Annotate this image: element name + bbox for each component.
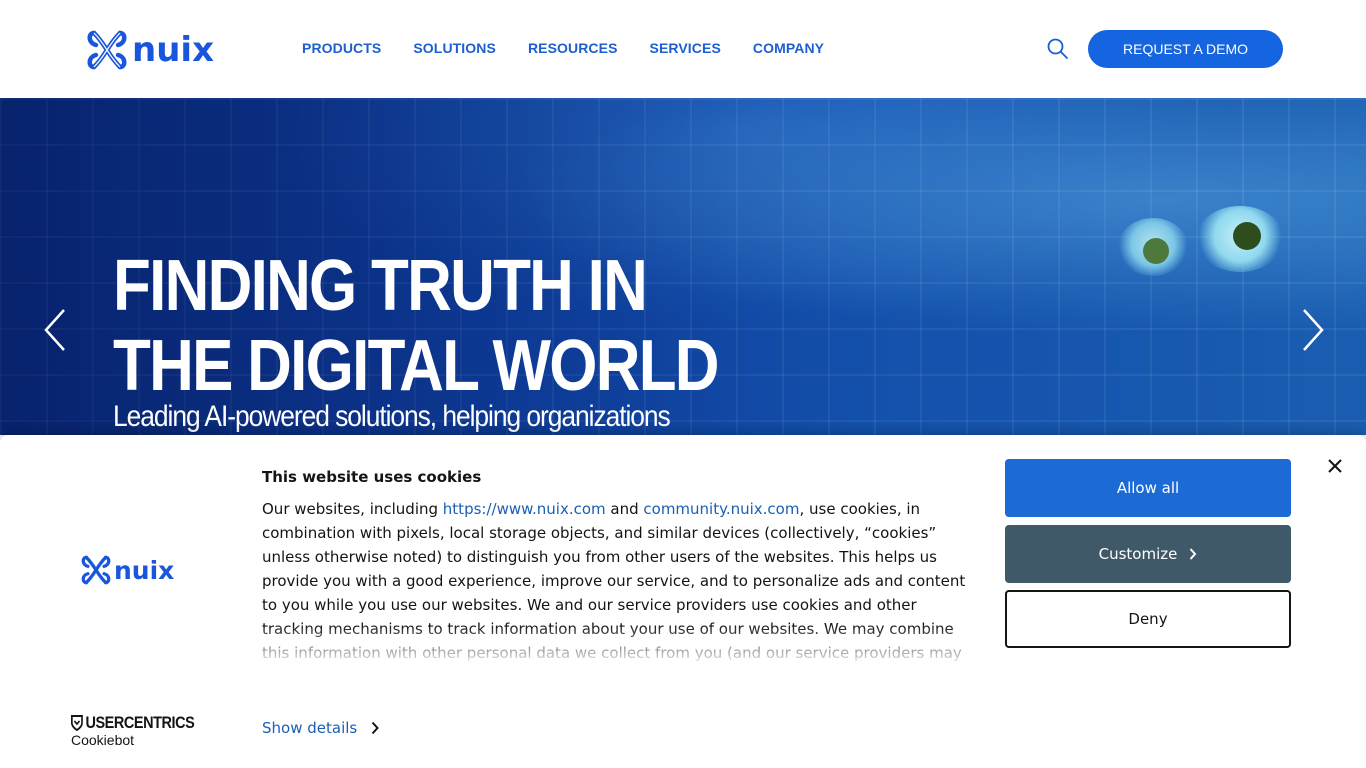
hero-title: FINDING TRUTH IN THE DIGITAL WORLD [113,246,720,406]
customize-button[interactable]: Customize [1005,525,1291,583]
nav-solutions[interactable]: SOLUTIONS [413,40,496,56]
nuix-logo-icon [81,555,111,585]
hero-title-line-2: THE DIGITAL WORLD [113,326,720,406]
show-details-label: Show details [262,719,358,737]
search-icon [1047,38,1068,59]
cookie-body-prefix: Our websites, including [262,500,443,518]
community-link[interactable]: community.nuix.com [643,500,799,518]
customize-label: Customize [1098,545,1178,563]
usercentrics-cookiebot-logo: USERCENTRICS Cookiebot [71,713,216,748]
usercentrics-label: USERCENTRICS [85,713,195,732]
hero-carousel: FINDING TRUTH IN THE DIGITAL WORLD Leadi… [0,98,1366,435]
logo-wordmark: nuix [132,30,214,70]
chevron-right-icon [1190,548,1197,560]
deny-button[interactable]: Deny [1005,590,1291,648]
close-icon [1328,459,1342,473]
hero-subtitle: Leading AI-powered solutions, helping or… [113,400,671,433]
main-nav: PRODUCTS SOLUTIONS RESOURCES SERVICES CO… [302,40,824,56]
cookie-body-and: and [605,500,644,518]
chevron-left-icon [44,309,65,351]
cookie-body-fade [262,625,982,665]
cookie-consent-banner: nuix This website uses cookies Our websi… [0,435,1366,768]
nuix-logo[interactable]: nuix [86,27,218,73]
hero-person-1-head [1143,238,1169,264]
cookie-logo-wordmark: nuix [114,555,175,585]
cookie-title: This website uses cookies [262,468,482,486]
nuix-logo-icon [87,30,127,70]
nav-resources[interactable]: RESOURCES [528,40,618,56]
hero-person-2-head [1233,222,1261,250]
cookiebot-label: Cookiebot [71,732,135,748]
request-demo-button[interactable]: REQUEST A DEMO [1088,30,1283,68]
carousel-prev-button[interactable] [40,306,70,354]
show-details-link[interactable]: Show details [262,719,380,737]
search-button[interactable] [1046,37,1070,61]
cookie-nuix-logo: nuix [80,553,174,587]
nav-products[interactable]: PRODUCTS [302,40,381,56]
nav-company[interactable]: COMPANY [753,40,824,56]
hero-title-line-1: FINDING TRUTH IN [113,246,648,326]
usercentrics-mark: USERCENTRICS [71,713,195,733]
nuix-website-link[interactable]: https://www.nuix.com [443,500,606,518]
nav-services[interactable]: SERVICES [650,40,721,56]
shield-icon [71,715,83,731]
carousel-next-button[interactable] [1298,306,1328,354]
site-header: nuix PRODUCTS SOLUTIONS RESOURCES SERVIC… [0,0,1366,98]
chevron-right-icon [371,721,380,735]
allow-all-button[interactable]: Allow all [1005,459,1291,517]
chevron-right-icon [1303,309,1324,351]
close-banner-button[interactable] [1324,455,1346,477]
